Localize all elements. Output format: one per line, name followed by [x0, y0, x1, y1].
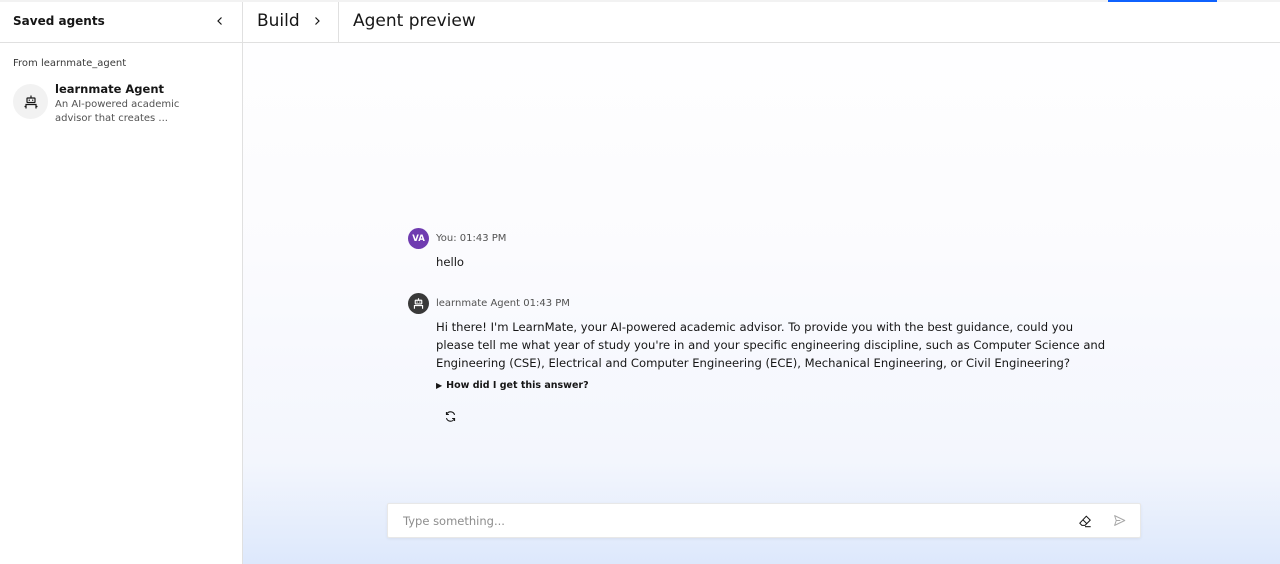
message-body: learnmate Agent 01:43 PM Hi there! I'm L…: [436, 293, 1106, 425]
message-meta: You: 01:43 PM: [436, 233, 507, 244]
refresh-icon: [445, 410, 455, 422]
agent-description-line: An AI-powered academic: [55, 99, 180, 110]
sidebar-title: Saved agents: [13, 14, 105, 28]
chat-input-bar: [387, 503, 1141, 538]
agent-name: learnmate Agent: [55, 82, 165, 96]
message-text: hello: [436, 255, 465, 269]
send-button[interactable]: [1110, 512, 1128, 530]
saved-agents-sidebar: Saved agents From learnmate_agent learnm…: [0, 0, 243, 564]
agent-message-avatar: [408, 293, 429, 314]
agent-text: learnmate Agent An AI-powered academic a…: [55, 82, 205, 126]
user-avatar: VA: [408, 228, 429, 249]
agent-description: An AI-powered academic advisor that crea…: [55, 98, 205, 126]
clear-chat-button[interactable]: [1076, 512, 1094, 530]
top-strip: [0, 0, 1280, 2]
user-message: VA You: 01:43 PM hello: [408, 228, 1108, 271]
active-tab-indicator: [1108, 0, 1217, 2]
agent-message: learnmate Agent 01:43 PM Hi there! I'm L…: [408, 293, 1108, 425]
sidebar-section-label: From learnmate_agent: [13, 58, 127, 69]
caret-right-icon: ▶: [436, 381, 443, 390]
message-meta: learnmate Agent 01:43 PM: [436, 298, 570, 309]
saved-agent-item[interactable]: learnmate Agent An AI-powered academic a…: [13, 82, 242, 126]
breadcrumb: Build Agent preview: [243, 0, 1280, 43]
collapse-sidebar-button[interactable]: [212, 13, 228, 29]
breadcrumb-build[interactable]: Build: [243, 0, 339, 42]
sidebar-header: Saved agents: [0, 0, 242, 43]
message-body: You: 01:43 PM hello: [436, 228, 1106, 271]
app-root: Saved agents From learnmate_agent learnm…: [0, 0, 1280, 564]
robot-icon: [413, 298, 424, 309]
breadcrumb-build-label: Build: [257, 11, 300, 31]
chevron-left-icon: [217, 17, 222, 25]
eraser-icon: [1079, 515, 1091, 527]
agent-preview-panel: Build Agent preview VA You: 01:43 PM hel…: [243, 0, 1280, 564]
regenerate-button[interactable]: [441, 407, 459, 425]
chat-thread: VA You: 01:43 PM hello learnmate Agent 0…: [408, 228, 1108, 425]
robot-icon: [24, 95, 37, 108]
message-text: Hi there! I'm LearnMate, your AI-powered…: [436, 320, 1106, 370]
agent-description-line: advisor that creates ...: [55, 113, 168, 124]
explanation-label: How did I get this answer?: [446, 380, 589, 391]
answer-explanation-toggle[interactable]: ▶ How did I get this answer?: [436, 380, 1106, 391]
agent-avatar: [13, 84, 48, 119]
page-title: Agent preview: [353, 11, 476, 31]
chevron-right-icon: [312, 16, 322, 26]
chat-input[interactable]: [401, 512, 1076, 529]
send-icon: [1113, 515, 1125, 526]
